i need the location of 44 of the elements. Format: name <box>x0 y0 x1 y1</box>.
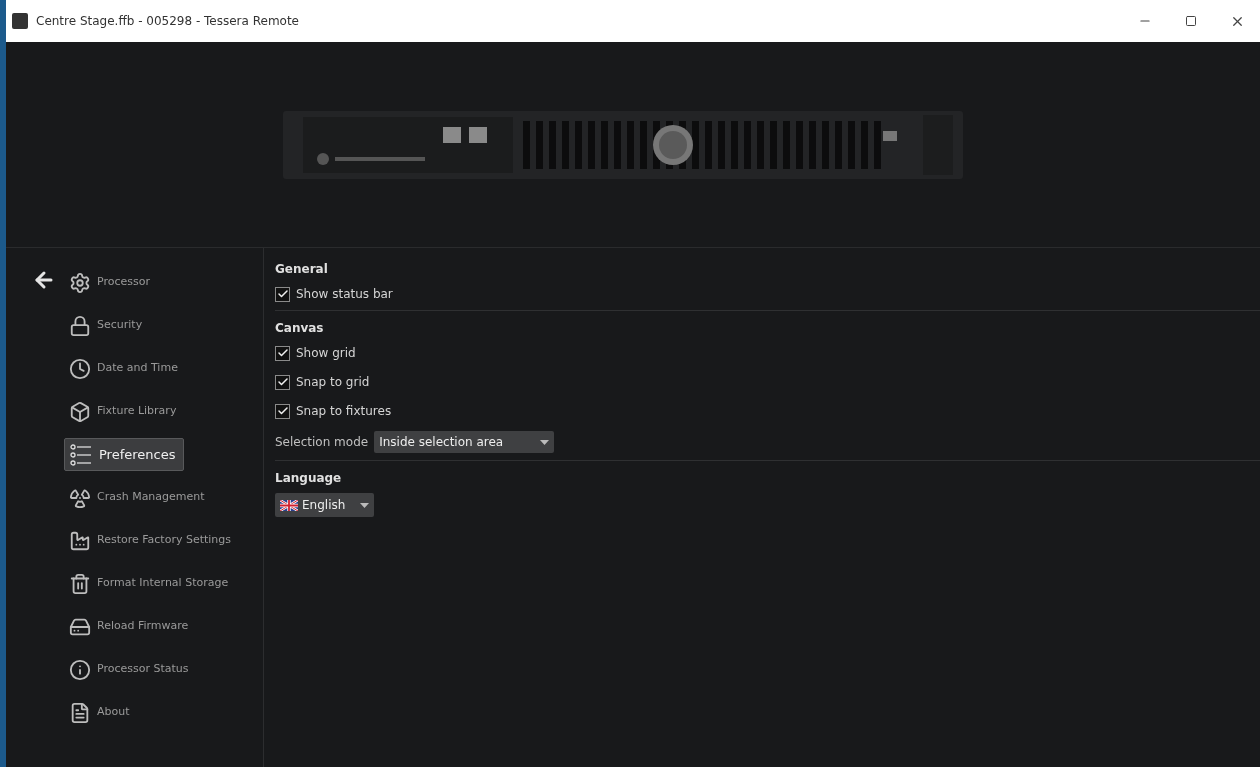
sidebar-item[interactable]: Restore Factory Settings <box>64 524 237 557</box>
check-icon <box>276 405 289 417</box>
sidebar-item[interactable]: Processor <box>64 266 237 299</box>
checkbox-label: Show status bar <box>296 286 393 303</box>
window-title: Centre Stage.ffb - 005298 - Tessera Remote <box>36 13 299 30</box>
lock-icon <box>69 314 91 337</box>
sidebar-item[interactable]: Fixture Library <box>64 395 237 428</box>
clock-icon <box>69 357 91 380</box>
gear-icon <box>69 271 91 294</box>
factory-icon <box>69 529 91 552</box>
uk-flag-icon <box>280 499 298 511</box>
list-icon <box>69 442 93 467</box>
trash-icon <box>69 572 91 595</box>
checkbox-label: Show grid <box>296 345 356 362</box>
info-icon <box>69 658 91 681</box>
section-heading: General <box>275 261 328 278</box>
cube-icon <box>69 400 91 423</box>
section-heading: Canvas <box>275 320 324 337</box>
caret-icon <box>540 439 550 445</box>
sidebar-item[interactable]: Crash Management <box>64 481 237 514</box>
sidebar-item[interactable]: Date and Time <box>64 352 237 385</box>
checkbox[interactable] <box>275 286 290 302</box>
sidebar-item[interactable]: Preferences <box>64 438 184 471</box>
checkbox[interactable] <box>275 345 290 361</box>
selection-mode-dropdown[interactable]: Inside selection area <box>374 431 555 453</box>
sidebar-item[interactable]: Security <box>64 309 237 342</box>
sidebar-item[interactable]: Format Internal Storage <box>64 567 237 600</box>
sidebar-item[interactable]: Processor Status <box>64 653 237 686</box>
language-dropdown[interactable]: English <box>275 493 374 517</box>
field-label: Selection mode <box>275 434 369 451</box>
section-heading: Language <box>275 470 342 487</box>
caret-icon <box>360 502 369 508</box>
sidebar-item[interactable]: About <box>64 696 237 729</box>
checkbox[interactable] <box>275 403 290 419</box>
maximize-icon <box>1185 15 1197 27</box>
checkbox-label: Snap to grid <box>296 374 370 391</box>
check-icon <box>276 347 289 359</box>
document-icon <box>69 701 91 724</box>
checkbox-label: Snap to fixtures <box>296 403 392 420</box>
sidebar-item[interactable]: Reload Firmware <box>64 610 237 643</box>
check-icon <box>276 288 289 300</box>
checkbox[interactable] <box>275 374 290 390</box>
app-icon <box>12 13 28 29</box>
check-icon <box>276 376 289 388</box>
